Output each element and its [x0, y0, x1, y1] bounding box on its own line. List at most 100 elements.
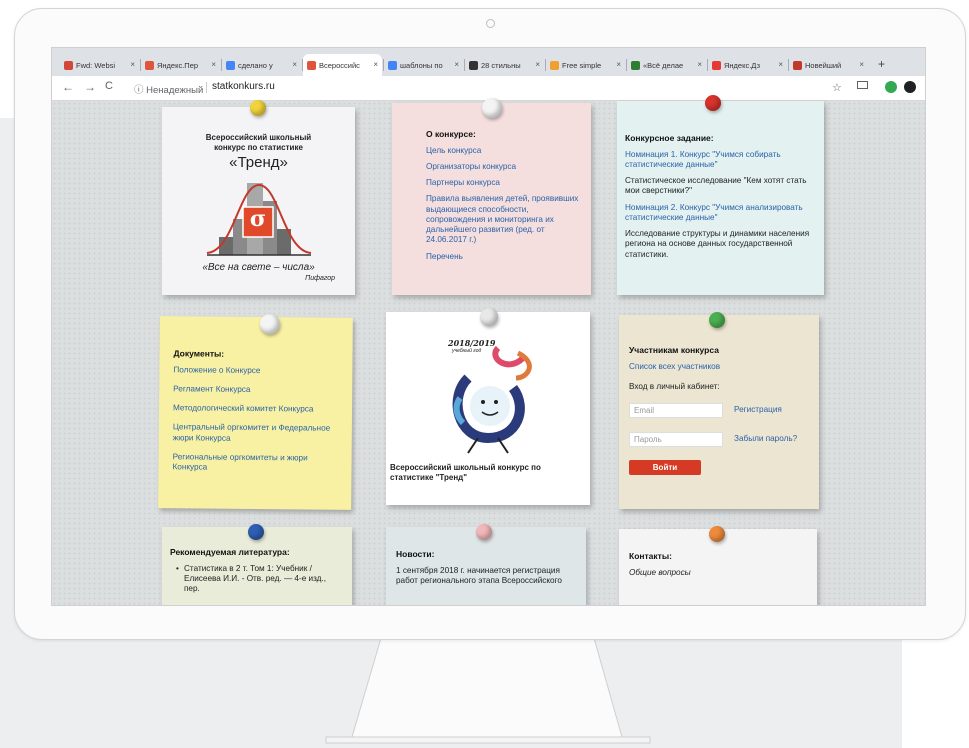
bookmark-star-icon[interactable]: ☆ [832, 81, 842, 94]
tab-label: Free simple [562, 60, 602, 70]
tab-3[interactable]: сделано у × [222, 54, 301, 76]
back-button[interactable]: ← [62, 80, 74, 94]
task-text-1: Статистическое исследование "Кем хотят с… [625, 176, 807, 196]
note-contacts: Контакты: Общие вопросы [619, 526, 817, 605]
account-avatar[interactable] [904, 81, 916, 93]
tab-close-icon[interactable]: × [778, 60, 783, 69]
tab-5[interactable]: шаблоны по × [384, 54, 463, 76]
tab-close-icon[interactable]: × [211, 60, 216, 69]
tab-label: 28 стильны [481, 60, 521, 70]
register-link[interactable]: Регистрация [734, 405, 782, 415]
tab-1[interactable]: Fwd: Websi × [60, 54, 139, 76]
tab-label: шаблоны по [400, 60, 443, 70]
tab-10[interactable]: Новейший × [789, 54, 868, 76]
email-field[interactable]: Email [629, 403, 723, 418]
contacts-subheading: Общие вопросы [629, 567, 691, 577]
toolbar: ← → C ⓘ Ненадежный statkonkurs.ru ☆ [52, 76, 925, 101]
cast-icon[interactable] [857, 81, 868, 93]
tab-label: сделано у [238, 60, 273, 70]
tab-favicon-icon [145, 60, 154, 70]
new-tab-button[interactable]: + [878, 57, 885, 71]
link-method-committee[interactable]: Методологический комитет Конкурса [173, 403, 342, 415]
tab-4[interactable]: Всероссийс × [303, 54, 382, 76]
documents-heading: Документы: [173, 348, 225, 359]
tab-favicon-icon [64, 60, 73, 70]
tab-close-icon[interactable]: × [130, 60, 135, 69]
note-literature: Рекомендуемая литература: • Статистика в… [162, 524, 352, 605]
tab-close-icon[interactable]: × [373, 60, 378, 69]
link-nomination-1[interactable]: Номинация 1. Конкурс "Учимся собирать ст… [625, 150, 814, 171]
tab-8[interactable]: «Всё делае × [627, 54, 706, 76]
contest-quote: «Все на свете – числа» [202, 262, 315, 273]
contest-title-line1: Всероссийский школьный [205, 133, 312, 142]
note-participants: Участникам конкурса Список всех участник… [619, 312, 819, 509]
link-central-committee[interactable]: Центральный оргкомитет и Федеральное жюр… [173, 423, 342, 445]
login-button[interactable]: Войти [629, 460, 701, 475]
pin-green [709, 312, 725, 328]
link-rules[interactable]: Правила выявления детей, проявивших выда… [426, 194, 579, 245]
link-partners[interactable]: Партнеры конкурса [426, 178, 579, 188]
tab-close-icon[interactable]: × [292, 60, 297, 69]
link-rules-contest[interactable]: Регламент Конкурса [173, 384, 342, 396]
link-regional-committees[interactable]: Региональные оргкомитеты и жюри Конкурса [172, 452, 341, 474]
tab-label: Яндекс.Дз [724, 60, 761, 70]
reload-button[interactable]: C [105, 80, 113, 92]
tab-9[interactable]: Яндекс.Дз × [708, 54, 787, 76]
task-heading: Конкурсное задание: [625, 133, 714, 143]
tab-favicon-icon [550, 60, 559, 70]
tab-favicon-icon [631, 60, 640, 70]
tab-label: Новейший [805, 60, 842, 70]
extension-icon[interactable] [885, 81, 897, 93]
tab-favicon-icon [307, 60, 316, 70]
link-nomination-2[interactable]: Номинация 2. Конкурс "Учимся анализирова… [625, 203, 814, 224]
password-field[interactable]: Пароль [629, 432, 723, 447]
news-heading: Новости: [396, 549, 435, 559]
literature-item-text: Статистика в 2 т. Том 1: Учебник / Елисе… [184, 563, 327, 594]
tab-close-icon[interactable]: × [616, 60, 621, 69]
link-all-participants[interactable]: Список всех участников [629, 362, 809, 372]
note-about: О конкурсе: Цель конкурса Организаторы к… [392, 98, 591, 295]
tab-bar: Fwd: Websi × Яндекс.Пер × сделано у × Всеросси… [52, 48, 925, 76]
tab-label: Яндекс.Пер [157, 60, 199, 70]
contest-name: «Тренд» [229, 154, 288, 171]
mascot-illustration [452, 345, 532, 454]
pin-blue [248, 524, 264, 540]
forward-button[interactable]: → [84, 80, 96, 94]
contest-title-line2: конкурс по статистике [214, 143, 303, 152]
page-content: Всероссийский школьный конкурс по статис… [52, 95, 925, 605]
task-text-2: Исследование структуры и динамики населе… [625, 229, 810, 259]
tab-close-icon[interactable]: × [859, 60, 864, 69]
tab-close-icon[interactable]: × [454, 60, 459, 69]
camera-icon [486, 19, 495, 28]
link-contest-goal[interactable]: Цель конкурса [426, 146, 579, 156]
tab-favicon-icon [793, 60, 802, 70]
pin-white [259, 314, 280, 335]
tab-7[interactable]: Free simple × [546, 54, 625, 76]
note-news: Новости: 1 сентября 2018 г. начинается р… [386, 524, 586, 605]
link-list[interactable]: Перечень [426, 252, 579, 262]
literature-item: • Статистика в 2 т. Том 1: Учебник / Ели… [170, 564, 344, 595]
pin-pink [476, 524, 492, 540]
tab-6[interactable]: 28 стильны × [465, 54, 544, 76]
tab-close-icon[interactable]: × [535, 60, 540, 69]
tab-close-icon[interactable]: × [697, 60, 702, 69]
url-separator [206, 82, 207, 93]
tab-favicon-icon [469, 60, 478, 70]
pin-orange [709, 526, 725, 542]
link-organizers[interactable]: Организаторы конкурса [426, 162, 579, 172]
security-indicator[interactable]: ⓘ Ненадежный [134, 82, 203, 96]
logo-letter: σ [249, 206, 267, 232]
login-label: Вход в личный кабинет: [629, 381, 720, 391]
pin-yellow [250, 100, 266, 116]
news-text: 1 сентября 2018 г. начинается регистраци… [396, 565, 562, 585]
tab-favicon-icon [712, 60, 721, 70]
note-poster: 2018/2019 учебный год Всероссийский школ… [386, 308, 590, 505]
pin-clear [480, 308, 498, 326]
forgot-password-link[interactable]: Забыли пароль? [734, 434, 797, 444]
address-bar[interactable]: statkonkurs.ru [212, 81, 275, 92]
tab-2[interactable]: Яндекс.Пер × [141, 54, 220, 76]
pin-red [705, 95, 721, 111]
link-regulation[interactable]: Положение о Конкурсе [173, 365, 342, 377]
tab-label: Всероссийс [319, 60, 360, 70]
tab-favicon-icon [388, 60, 397, 70]
